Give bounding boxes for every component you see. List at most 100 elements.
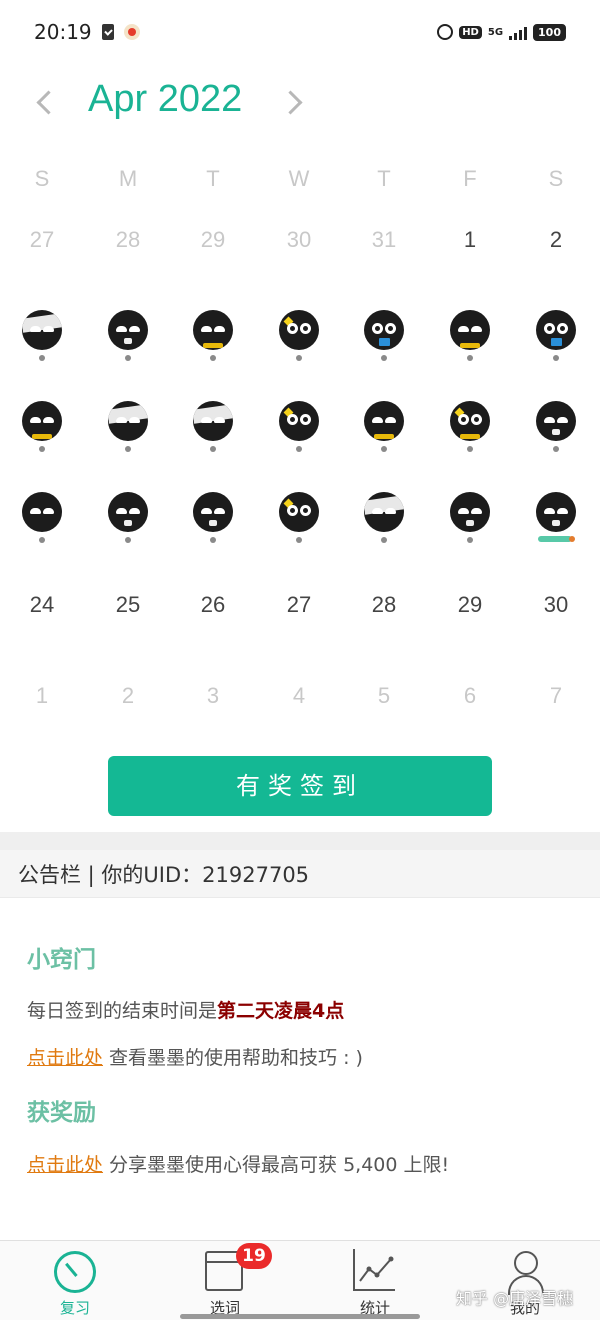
checkin-dot	[381, 355, 387, 361]
checkin-dot	[210, 446, 216, 452]
checkin-dot	[381, 446, 387, 452]
checkin-dot	[467, 446, 473, 452]
calendar-header: Apr 2022	[0, 78, 600, 134]
owl-icon	[364, 492, 404, 532]
checkin-dot	[39, 446, 45, 452]
calendar-day[interactable]: 27	[269, 592, 329, 618]
calendar-day[interactable]: 4	[269, 683, 329, 709]
help-link[interactable]: 点击此处	[27, 1047, 103, 1069]
reward-line: 点击此处 分享墨墨使用心得最高可获 5,400 上限!	[27, 1150, 587, 1177]
status-time: 20:19	[34, 20, 92, 44]
tips-line-2: 点击此处 查看墨墨的使用帮助和技巧 : )	[27, 1043, 587, 1070]
calendar-day[interactable]: 7	[526, 683, 586, 709]
line-chart-icon	[353, 1249, 395, 1291]
calendar-day[interactable]: 26	[183, 592, 243, 618]
weekday-label: S	[548, 166, 564, 191]
tab-words[interactable]: 19 选词	[150, 1241, 300, 1320]
battery-icon: 100	[533, 23, 566, 41]
calendar-day[interactable]: 2	[526, 227, 586, 253]
reward-line-text: 分享墨墨使用心得最高可获 5,400 上限!	[103, 1154, 450, 1176]
checkin-owl-day[interactable]	[106, 401, 150, 461]
calendar-day[interactable]: 30	[526, 592, 586, 618]
owl-icon	[193, 492, 233, 532]
today-progress-bar	[538, 536, 575, 542]
checkin-owl-day[interactable]	[362, 310, 406, 370]
calendar-day[interactable]: 25	[98, 592, 158, 618]
checkin-owl-day[interactable]	[448, 310, 492, 370]
checkin-dot	[125, 537, 131, 543]
weekday-label: T	[377, 166, 391, 191]
calendar-day[interactable]: 5	[354, 683, 414, 709]
calendar-day[interactable]: 28	[98, 227, 158, 253]
calendar-day[interactable]: 27	[12, 227, 72, 253]
checkin-owl-day[interactable]	[191, 492, 235, 552]
owl-icon	[108, 310, 148, 350]
checkin-dot	[296, 355, 302, 361]
prev-month-chevron-icon[interactable]	[30, 84, 60, 124]
checkin-owl-day[interactable]	[448, 492, 492, 552]
checkin-dot	[125, 355, 131, 361]
checkin-owl-day[interactable]	[191, 401, 235, 461]
tab-review[interactable]: 复习	[0, 1241, 150, 1320]
owl-icon	[108, 492, 148, 532]
calendar-day[interactable]: 24	[12, 592, 72, 618]
next-month-chevron-icon[interactable]	[280, 84, 310, 124]
calendar-day[interactable]: 2	[98, 683, 158, 709]
calendar-day[interactable]: 1	[12, 683, 72, 709]
checkin-dot	[467, 537, 473, 543]
calendar-day[interactable]: 31	[354, 227, 414, 253]
checkin-owl-day[interactable]	[191, 310, 235, 370]
calendar-day[interactable]: 29	[440, 592, 500, 618]
calendar-day[interactable]: 3	[183, 683, 243, 709]
checkin-button[interactable]: 有奖签到	[108, 756, 492, 816]
tips-line-1-text: 每日签到的结束时间是	[27, 1000, 218, 1022]
checkin-owl-day[interactable]	[277, 492, 321, 552]
calendar-day[interactable]: 29	[183, 227, 243, 253]
calendar-day[interactable]: 30	[269, 227, 329, 253]
checkin-dot	[296, 537, 302, 543]
checkin-owl-day[interactable]	[362, 401, 406, 461]
calendar-day[interactable]: 6	[440, 683, 500, 709]
tab-stats[interactable]: 统计	[300, 1241, 450, 1320]
checkin-owl-day[interactable]	[106, 310, 150, 370]
owl-icon	[193, 310, 233, 350]
weekday-label: M	[118, 166, 138, 191]
weekday-label: W	[288, 166, 310, 191]
calendar-day[interactable]: 28	[354, 592, 414, 618]
checkin-dot	[125, 446, 131, 452]
checkin-owl-day[interactable]	[277, 310, 321, 370]
checkin-owl-day[interactable]	[20, 401, 64, 461]
tips-line-1: 每日签到的结束时间是第二天凌晨4点	[27, 996, 587, 1023]
calendar-day[interactable]: 1	[440, 227, 500, 253]
home-indicator[interactable]	[180, 1314, 420, 1319]
checkin-dot	[210, 537, 216, 543]
checkin-owl-day[interactable]	[106, 492, 150, 552]
owl-icon	[536, 492, 576, 532]
owl-icon	[108, 401, 148, 441]
checkin-owl-day[interactable]	[448, 401, 492, 461]
signal-icon	[509, 24, 528, 40]
owl-icon	[279, 492, 319, 532]
owl-icon	[450, 401, 490, 441]
checkin-dot	[467, 355, 473, 361]
checkin-dot	[553, 355, 559, 361]
checkin-dot	[296, 446, 302, 452]
checkin-owl-day[interactable]	[20, 310, 64, 370]
owl-icon	[450, 492, 490, 532]
owl-icon	[364, 310, 404, 350]
checkin-owl-day[interactable]	[534, 310, 578, 370]
app-notification-icon	[123, 24, 140, 40]
checkin-owl-day[interactable]	[277, 401, 321, 461]
share-link[interactable]: 点击此处	[27, 1154, 103, 1176]
checkin-owl-day[interactable]	[20, 492, 64, 552]
network-label: 5G	[487, 26, 504, 38]
checkin-owl-day[interactable]	[362, 492, 406, 552]
checkin-owl-day[interactable]	[534, 401, 578, 461]
checkin-dot	[553, 446, 559, 452]
owl-icon	[22, 310, 62, 350]
checkin-dot	[39, 355, 45, 361]
watermark: 知乎 @唐泽雪穗	[456, 1289, 574, 1308]
owl-icon	[279, 401, 319, 441]
today-owl-day[interactable]	[534, 492, 578, 552]
checkin-dot	[381, 537, 387, 543]
